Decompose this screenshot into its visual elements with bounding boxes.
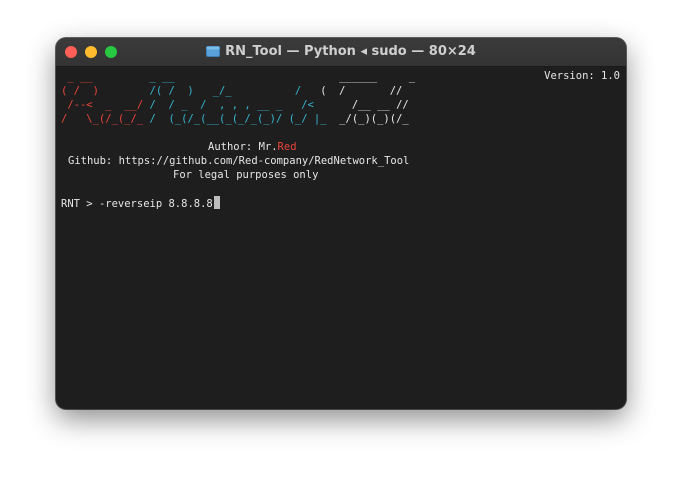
version-text: Version: 1.0 xyxy=(544,70,620,82)
terminal-window: RN_Tool — Python ◂ sudo — 80×24 Version:… xyxy=(56,38,626,409)
author-label: Author: Mr. xyxy=(208,141,278,153)
title-bar[interactable]: RN_Tool — Python ◂ sudo — 80×24 xyxy=(56,38,626,67)
text-cursor xyxy=(213,196,220,209)
window-title-text: RN_Tool — Python ◂ sudo — 80×24 xyxy=(225,44,476,59)
author-line: Author: Mr.Red xyxy=(208,140,297,154)
banner-line3-red: /--< _ __/ xyxy=(61,99,150,111)
command-input[interactable]: -reverseip 8.8.8.8 xyxy=(99,198,213,210)
banner-line1-white: ______ _ xyxy=(250,71,416,83)
github-line: Github: https://github.com/Red-company/R… xyxy=(68,155,410,167)
banner-line4-red: / \_(/_(_/_ xyxy=(61,113,150,125)
banner-line4-cyan: / (_(/_(__(_(_/_(_)/ (_/ |_ xyxy=(149,113,340,125)
window-title: RN_Tool — Python ◂ sudo — 80×24 xyxy=(56,38,626,66)
banner-line2-cyan: /( / ) _/_ / xyxy=(111,85,314,97)
banner-line1-red: _ __ xyxy=(61,71,106,83)
banner-line2-white: ( / // xyxy=(313,85,403,97)
banner-line3-white: /__ __ // xyxy=(326,99,409,111)
folder-icon xyxy=(206,40,221,68)
command-line[interactable]: RNT > -reverseip 8.8.8.8 xyxy=(61,196,220,211)
banner-line1-cyan: _ __ xyxy=(105,71,251,83)
banner-line4-white: _/(_)(_)(/_ xyxy=(339,113,409,125)
legal-line: For legal purposes only xyxy=(173,169,319,181)
author-name: Red xyxy=(277,141,297,153)
banner-line2-red: ( / ) xyxy=(61,85,112,97)
banner-line3-cyan: / / _ / , , , __ _ /< xyxy=(149,99,327,111)
prompt-text: RNT > xyxy=(61,198,99,210)
ascii-banner: _ __ _ __ ______ _ ( / ) /( / ) _/_ / ( … xyxy=(61,70,415,126)
terminal-content[interactable]: Version: 1.0 _ __ _ __ ______ _ ( / ) /(… xyxy=(56,67,626,409)
